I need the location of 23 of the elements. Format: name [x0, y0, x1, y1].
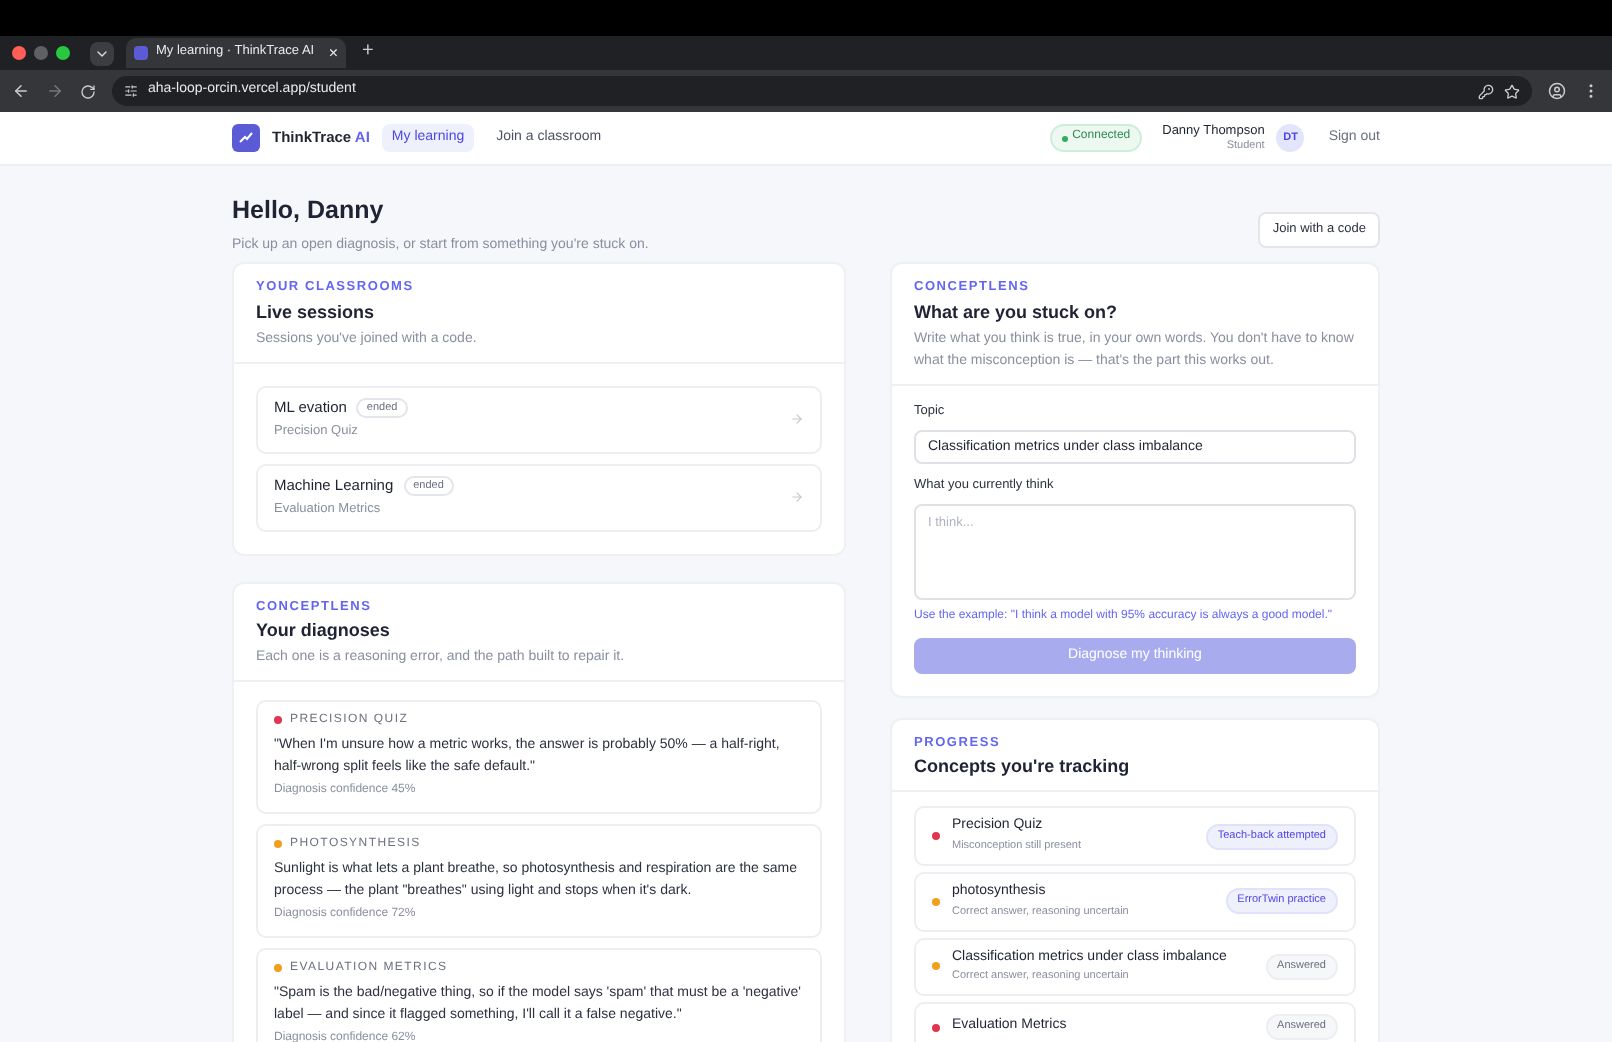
- page-title: Hello, Danny: [232, 196, 386, 228]
- reload-icon[interactable]: [80, 83, 96, 99]
- profile-icon[interactable]: [1548, 82, 1566, 100]
- minimize-window-icon[interactable]: [34, 46, 48, 60]
- bookmark-icon[interactable]: [1504, 83, 1520, 99]
- section-title: Concepts you're tracking: [914, 756, 1132, 779]
- section-title: Your diagnoses: [256, 619, 392, 642]
- new-tab-button[interactable]: +: [362, 40, 374, 66]
- site-settings-icon[interactable]: [124, 84, 138, 98]
- diagnosis-card[interactable]: [256, 947, 822, 1042]
- close-window-icon[interactable]: [12, 46, 26, 60]
- app-logo-icon: [134, 46, 148, 60]
- maximize-window-icon[interactable]: [56, 46, 70, 60]
- section-title: Live sessions: [256, 301, 377, 323]
- tab-list-button[interactable]: [90, 41, 114, 65]
- back-icon[interactable]: [12, 82, 30, 100]
- close-tab-button[interactable]: ×: [328, 43, 338, 63]
- section-title: What are you stuck on?: [914, 301, 1120, 323]
- arrow-right-icon: [790, 490, 804, 504]
- brand-logo-icon: [232, 124, 260, 152]
- key-icon[interactable]: [1478, 83, 1494, 99]
- forward-icon[interactable]: [46, 82, 64, 100]
- arrow-right-icon: [790, 412, 804, 426]
